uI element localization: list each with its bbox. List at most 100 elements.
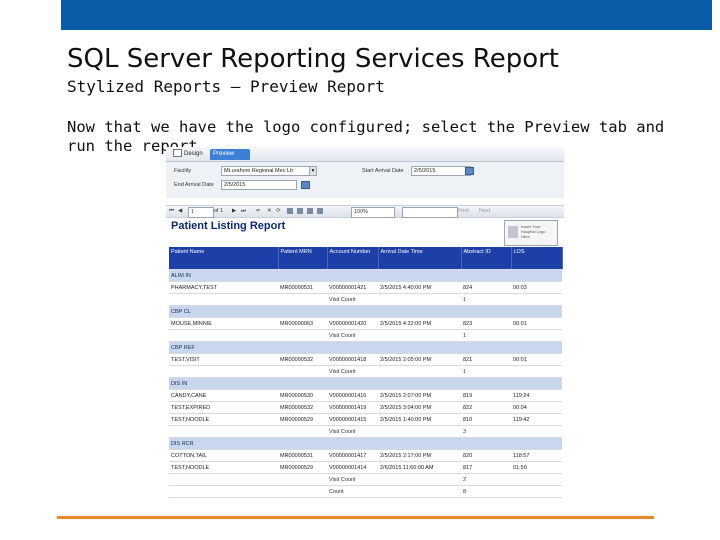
table-cell: 1: [461, 293, 511, 306]
table-cell: MR00000531: [278, 281, 327, 294]
table-cell: [511, 305, 562, 318]
table-cell: 2/5/2015 2:07:00 PM: [378, 389, 461, 402]
table-cell: [511, 365, 562, 378]
slide-title: SQL Server Reporting Services Report: [67, 44, 559, 74]
table-row: TEST,NOODLE MR00000529 V00000001414 2/6/201…: [169, 461, 562, 474]
table-cell: [278, 329, 327, 342]
table-cell: TEST,NOODLE: [169, 413, 278, 426]
table-cell: 822: [461, 401, 511, 414]
table-header-row: Patient Name Patient MRN Account Number Arr…: [169, 247, 563, 270]
table-row: TEST,VISIT MR00000532 V00000001418 2/5/2015…: [169, 353, 562, 366]
visit-count-row: Visit Count 1: [169, 365, 562, 378]
table-cell: [169, 485, 278, 498]
table-cell: 820: [461, 449, 511, 462]
table-cell: Visit Count: [327, 329, 378, 342]
refresh-icon[interactable]: ⟳: [276, 207, 281, 216]
visit-count-row: Visit Count 1: [169, 329, 562, 342]
table-cell: Visit Count: [327, 425, 378, 438]
table-cell: [169, 293, 278, 306]
table-cell: V00000001415: [327, 413, 378, 426]
report-preview-screenshot: Design Preview Facility Mt.urahom Region…: [166, 147, 564, 505]
table-cell: [378, 269, 461, 282]
table-cell: MOUSE,MINNIE: [169, 317, 278, 330]
table-cell: Visit Count: [327, 293, 378, 306]
facility-select[interactable]: Mt.urahom Regional Mec Ltr ▼: [221, 166, 317, 176]
first-page-icon[interactable]: ⏮: [169, 207, 174, 216]
table-cell: [511, 341, 562, 354]
table-cell: [378, 437, 461, 450]
find-link[interactable]: Find: [458, 207, 469, 216]
last-page-icon[interactable]: ⏭: [241, 207, 246, 216]
image-icon: [508, 226, 518, 238]
column-header: Patient MRN: [278, 247, 328, 270]
next-link[interactable]: Next: [479, 207, 490, 216]
table-row: MOUSE,MINNIE MR00000063 V00000001420 2/5/20…: [169, 317, 562, 330]
start-arrival-date-input[interactable]: 2/5/2015: [411, 166, 471, 176]
page-setup-icon[interactable]: [307, 208, 313, 214]
next-page-icon[interactable]: ▶: [232, 207, 236, 216]
table-cell: 2/6/2015 11:60:00 AM: [378, 461, 461, 474]
table-cell: [327, 341, 378, 354]
export-icon[interactable]: [317, 208, 323, 214]
table-cell: [378, 425, 461, 438]
table-cell: [511, 425, 562, 438]
table-cell: [278, 485, 327, 498]
back-icon[interactable]: ⇐: [256, 207, 261, 216]
stop-icon[interactable]: ✕: [267, 207, 272, 216]
table-cell: [461, 341, 511, 354]
table-cell: 810: [461, 413, 511, 426]
table-cell: [278, 473, 327, 486]
table-cell: [169, 365, 278, 378]
table-cell: [378, 473, 461, 486]
table-cell: Visit Count: [327, 365, 378, 378]
print-layout-icon[interactable]: [297, 208, 303, 214]
table-cell: DIS RCR: [169, 437, 278, 450]
table-cell: [327, 377, 378, 390]
calendar-icon[interactable]: [301, 181, 310, 189]
table-cell: 1: [461, 329, 511, 342]
table-cell: CBP CL: [169, 305, 278, 318]
table-cell: 00:03: [511, 281, 562, 294]
table-cell: 817: [461, 461, 511, 474]
table-cell: [378, 485, 461, 498]
table-cell: 823: [461, 317, 511, 330]
table-cell: MR00000529: [278, 413, 327, 426]
designer-tab-bar: Design Preview: [166, 147, 564, 162]
top-accent-bar: [61, 0, 712, 30]
table-cell: [511, 473, 562, 486]
group-row: DIS IN: [169, 377, 562, 390]
parameter-panel: Facility Mt.urahom Regional Mec Ltr ▼ Sta…: [166, 162, 564, 198]
table-cell: 1: [461, 365, 511, 378]
table-cell: DIS IN: [169, 377, 278, 390]
table-row: TEST,EXPIRED MR00000532 V00000001419 2/5/20…: [169, 401, 562, 414]
table-cell: Count: [327, 485, 378, 498]
table-cell: ALIM IN: [169, 269, 278, 282]
table-cell: [278, 305, 327, 318]
table-cell: 2: [461, 473, 511, 486]
table-cell: [378, 377, 461, 390]
table-cell: CANDY,CANE: [169, 389, 278, 402]
table-cell: V00000001416: [327, 389, 378, 402]
table-cell: [511, 293, 562, 306]
tab-design[interactable]: Design: [170, 149, 206, 160]
report-canvas: Patient Listing Report Insert Your Hospi…: [166, 217, 564, 505]
table-cell: [327, 437, 378, 450]
end-arrival-date-label: End Arrival Date: [174, 182, 214, 188]
facility-value: Mt.urahom Regional Mec Ltr: [224, 168, 294, 174]
table-cell: 819: [461, 389, 511, 402]
tab-preview[interactable]: Preview: [210, 149, 250, 160]
group-row: ALIM IN: [169, 269, 562, 282]
table-cell: TEST,VISIT: [169, 353, 278, 366]
logo-placeholder: Insert Your Hospital Logo Here: [504, 220, 558, 246]
end-arrival-date-input[interactable]: 2/5/2015: [221, 180, 297, 190]
table-cell: [461, 305, 511, 318]
previous-page-icon[interactable]: ◀: [178, 207, 182, 216]
print-icon[interactable]: [287, 208, 293, 214]
table-cell: [327, 269, 378, 282]
table-cell: [511, 329, 562, 342]
calendar-icon[interactable]: [465, 167, 474, 175]
table-cell: [461, 269, 511, 282]
chevron-down-icon[interactable]: ▼: [309, 167, 316, 175]
table-cell: V00000001414: [327, 461, 378, 474]
table-row: PHARMACY,TEST MR00000531 V00000001421 2/5/2…: [169, 281, 562, 294]
